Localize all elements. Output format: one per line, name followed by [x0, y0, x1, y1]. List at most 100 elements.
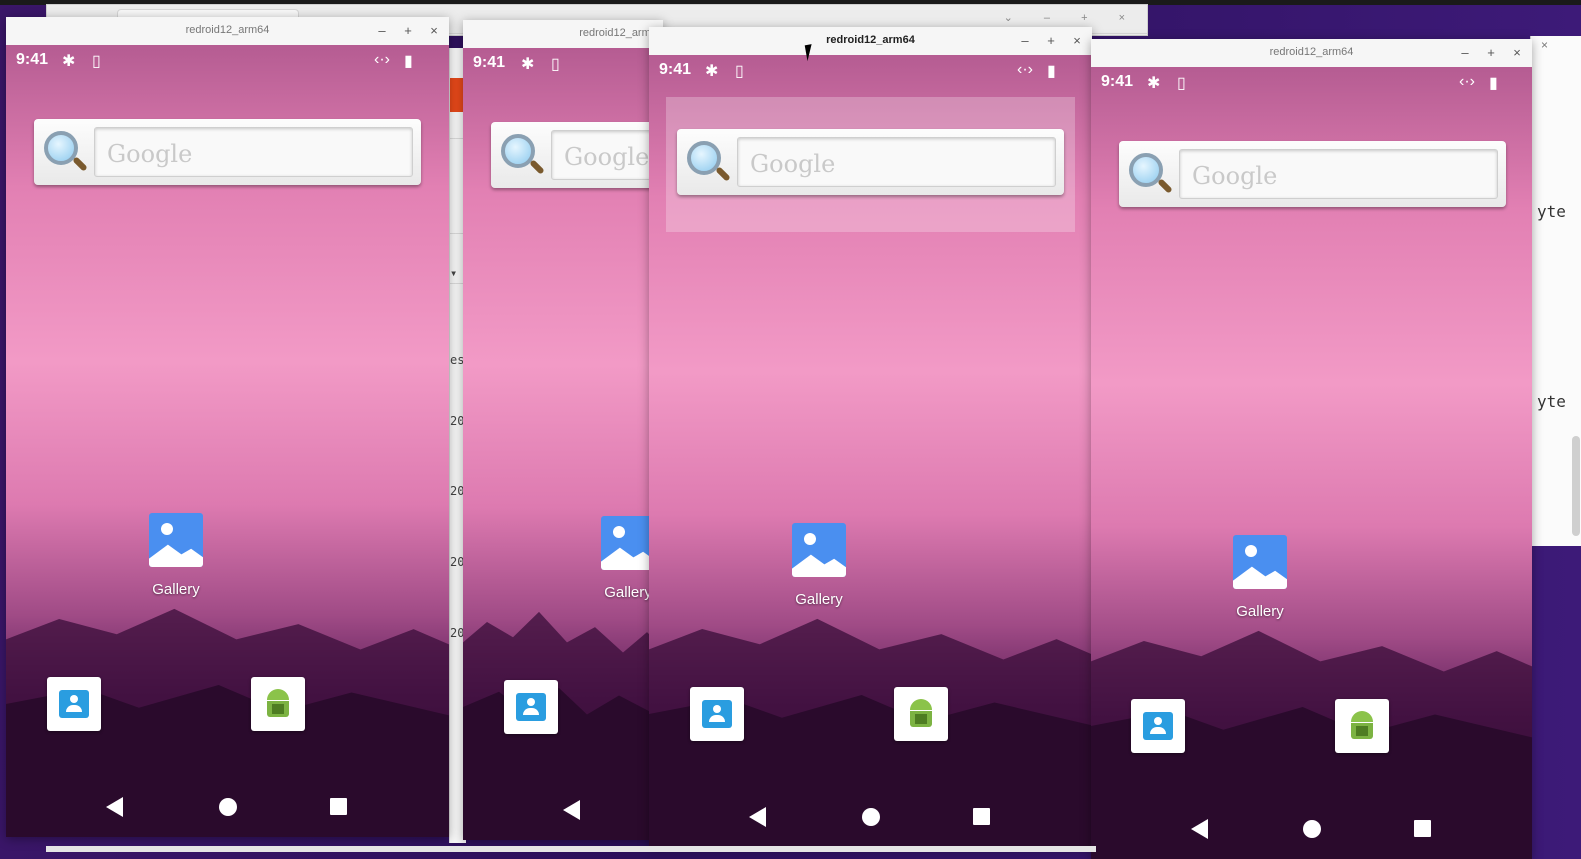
minimize-button[interactable]: –	[373, 22, 391, 40]
emulator-window-2[interactable]: redroid12_arm64 9:41 ✱ ▯ Google Gallery	[463, 20, 663, 840]
battery-icon: ▮	[1047, 63, 1056, 80]
maximize-button[interactable]: +	[1482, 44, 1500, 62]
back-icon[interactable]	[106, 797, 123, 817]
contacts-icon[interactable]	[47, 677, 101, 731]
android-screen[interactable]: 9:41 ✱ ▯ ‹·› ▮ Google Gallery	[6, 45, 449, 837]
search-placeholder: Google	[750, 150, 836, 178]
gallery-app[interactable]: Gallery	[1205, 535, 1315, 620]
home-icon[interactable]	[862, 808, 880, 826]
android-screen[interactable]: 9:41 ✱ ▯ ‹·› ▮ Google Gallery	[649, 55, 1092, 847]
sim-icon: ▯	[1177, 75, 1186, 92]
navigation-bar	[6, 797, 449, 821]
maximize-button[interactable]: +	[1042, 32, 1060, 50]
gallery-app[interactable]: Gallery	[764, 523, 874, 608]
search-icon-handle	[72, 156, 88, 172]
status-bar: 9:41 ✱ ▯ ‹·› ▮	[1091, 73, 1532, 95]
contacts-icon[interactable]	[1131, 699, 1185, 753]
window-titlebar[interactable]: redroid12_arm64	[463, 20, 663, 49]
recents-icon[interactable]	[973, 808, 990, 825]
android-screen[interactable]: 9:41 ✱ ▯ ‹·› ▮ Google Gallery	[1091, 67, 1532, 859]
settings-icon: ✱	[705, 63, 719, 80]
search-icon-handle	[1157, 178, 1173, 194]
search-field[interactable]: Google	[1179, 149, 1498, 199]
strip-text: 20	[450, 414, 464, 428]
gallery-label: Gallery	[1236, 603, 1284, 620]
recents-icon[interactable]	[330, 798, 347, 815]
editor-text: yte	[1537, 392, 1566, 411]
back-icon[interactable]	[1191, 819, 1208, 839]
search-field[interactable]: Google	[551, 130, 663, 180]
gallery-label: Gallery	[795, 591, 843, 608]
back-icon[interactable]	[749, 807, 766, 827]
maximize-button[interactable]: +	[399, 22, 417, 40]
recents-icon[interactable]	[1414, 820, 1431, 837]
data-arrows-icon: ‹·›	[374, 51, 390, 68]
settings-icon: ✱	[1147, 75, 1161, 92]
gallery-app[interactable]: Gallery	[121, 513, 231, 598]
window-titlebar[interactable]: redroid12_arm64 – + ×	[649, 27, 1092, 56]
battery-icon: ▮	[404, 53, 413, 70]
data-arrows-icon: ‹·›	[1459, 73, 1475, 90]
strip-text: 20	[450, 626, 464, 640]
background-window-controls[interactable]: ⌄ – + ×	[1004, 11, 1139, 24]
mouse-cursor-icon	[804, 42, 822, 62]
back-icon[interactable]	[563, 800, 580, 820]
editor-text: yte	[1537, 202, 1566, 221]
strip-dropdown-arrow[interactable]: ▾	[450, 266, 464, 280]
sim-icon: ▯	[551, 56, 560, 73]
window-titlebar[interactable]: redroid12_arm64 – + ×	[1091, 39, 1532, 68]
close-button[interactable]: ×	[1068, 32, 1086, 50]
google-search-widget[interactable]: Google	[34, 119, 421, 185]
android-app-icon[interactable]	[1335, 699, 1389, 753]
contacts-icon[interactable]	[504, 680, 558, 734]
home-icon[interactable]	[219, 798, 237, 816]
status-bar: 9:41 ✱ ▯ ‹·› ▮	[649, 61, 1092, 83]
status-bar: 9:41 ✱ ▯	[463, 54, 663, 76]
minimize-button[interactable]: –	[1016, 32, 1034, 50]
google-search-widget[interactable]: Google	[491, 122, 663, 188]
gallery-icon	[149, 513, 203, 567]
gallery-icon	[1233, 535, 1287, 589]
search-icon-handle	[715, 166, 731, 182]
android-screen[interactable]: 9:41 ✱ ▯ Google Gallery	[463, 48, 663, 840]
sim-icon: ▯	[92, 53, 101, 70]
google-search-widget[interactable]: Google	[1119, 141, 1506, 207]
strip-text: 20	[450, 555, 464, 569]
editor-window-controls[interactable]: ×	[1541, 38, 1548, 52]
minimize-button[interactable]: –	[1456, 44, 1474, 62]
status-bar: 9:41 ✱ ▯ ‹·› ▮	[6, 51, 449, 73]
settings-icon: ✱	[62, 53, 76, 70]
search-field[interactable]: Google	[94, 127, 413, 177]
status-time: 9:41	[473, 54, 506, 71]
navigation-bar	[649, 807, 1092, 831]
google-search-widget[interactable]: Google	[677, 129, 1064, 195]
window-titlebar[interactable]: redroid12_arm64 – + ×	[6, 17, 449, 46]
status-time: 9:41	[16, 51, 49, 68]
status-time: 9:41	[1101, 73, 1134, 90]
status-time: 9:41	[659, 61, 692, 78]
window-title: redroid12_arm64	[579, 27, 663, 39]
settings-icon: ✱	[521, 56, 535, 73]
search-icon-handle	[529, 159, 545, 175]
search-placeholder: Google	[564, 143, 650, 171]
sim-icon: ▯	[735, 63, 744, 80]
android-app-icon[interactable]	[894, 687, 948, 741]
search-placeholder: Google	[107, 140, 193, 168]
contacts-icon[interactable]	[690, 687, 744, 741]
close-button[interactable]: ×	[1508, 44, 1526, 62]
battery-icon: ▮	[1489, 75, 1498, 92]
navigation-bar	[1091, 819, 1532, 843]
gallery-label: Gallery	[152, 581, 200, 598]
emulator-window-4[interactable]: redroid12_arm64 – + × 9:41 ✱ ▯ ‹·› ▮ Goo…	[1091, 39, 1532, 859]
home-icon[interactable]	[1303, 820, 1321, 838]
background-red-bar	[450, 78, 464, 112]
search-field[interactable]: Google	[737, 137, 1056, 187]
emulator-window-3[interactable]: redroid12_arm64 – + × 9:41 ✱ ▯ ‹·› ▮ Goo…	[649, 27, 1092, 847]
gallery-icon	[601, 516, 655, 570]
emulator-window-1[interactable]: redroid12_arm64 – + × 9:41 ✱ ▯ ‹·› ▮ Goo…	[6, 17, 449, 837]
editor-scrollbar[interactable]	[1572, 436, 1580, 536]
search-placeholder: Google	[1192, 162, 1278, 190]
android-app-icon[interactable]	[251, 677, 305, 731]
close-button[interactable]: ×	[425, 22, 443, 40]
data-arrows-icon: ‹·›	[1017, 61, 1033, 78]
